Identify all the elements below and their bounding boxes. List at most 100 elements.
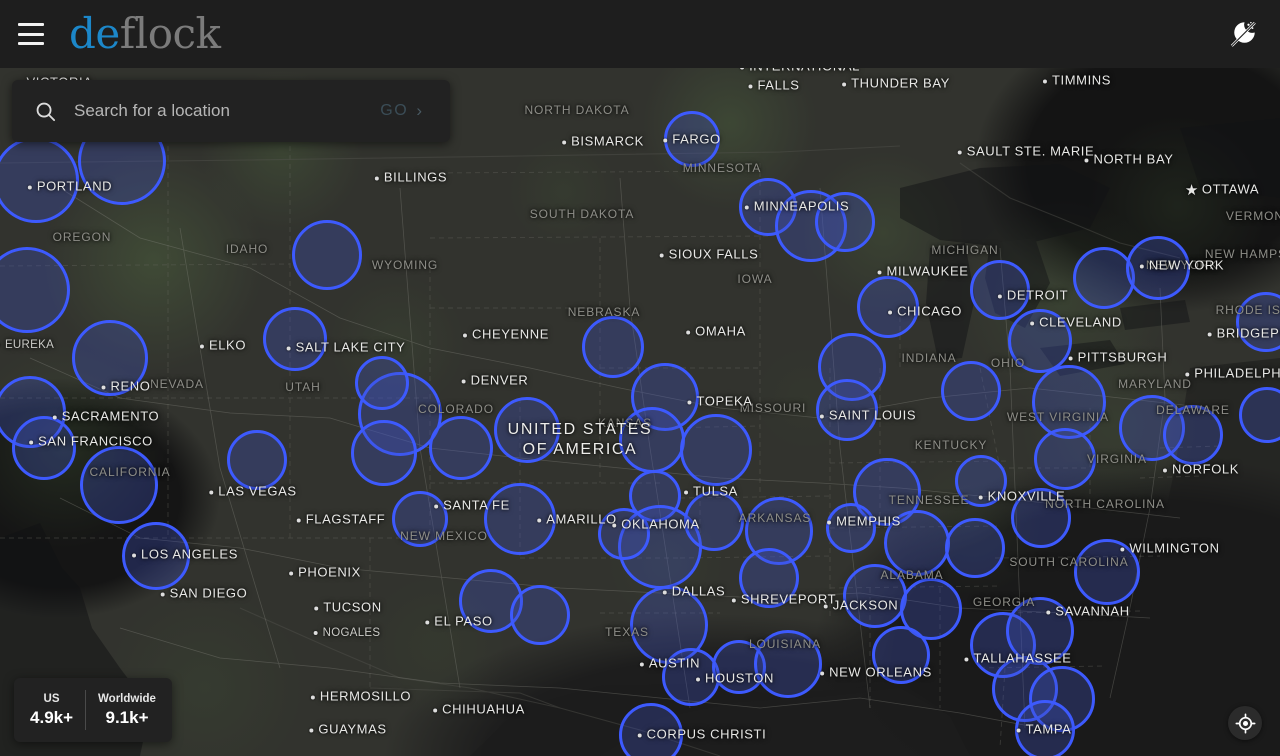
map-city-label: THUNDER BAY (842, 76, 950, 91)
map-cluster-marker[interactable] (955, 455, 1007, 507)
map-cluster-marker[interactable] (80, 446, 158, 524)
map-cluster-marker[interactable] (0, 247, 70, 333)
map-city-dot-icon (1162, 468, 1167, 473)
map-cluster-marker[interactable] (1239, 387, 1280, 443)
map-city-dot-icon (199, 344, 204, 349)
map-cluster-marker[interactable] (1236, 292, 1280, 352)
map-cluster-marker[interactable] (619, 407, 685, 473)
map-cluster-marker[interactable] (619, 703, 683, 756)
search-input[interactable] (74, 101, 375, 121)
map-cluster-marker[interactable] (826, 503, 876, 553)
map-state-label: KENTUCKY (915, 438, 988, 452)
map-cluster-marker[interactable] (945, 518, 1005, 578)
map-cluster-marker[interactable] (815, 192, 875, 252)
map-cluster-marker[interactable] (941, 361, 1001, 421)
map-label-text: GUAYMAS (318, 721, 387, 737)
map-label-text: IOWA (737, 272, 773, 286)
crosshair-locate-icon[interactable] (1228, 706, 1262, 740)
map-city-dot-icon (823, 604, 828, 609)
map-label-text: THUNDER BAY (851, 75, 950, 91)
search-go-button[interactable]: GO › (374, 100, 428, 122)
map-cluster-marker[interactable] (739, 548, 799, 608)
map-city-label: SIOUX FALLS (659, 247, 759, 262)
map-city-label: CHEYENNE (462, 327, 549, 342)
map-cluster-marker[interactable] (1073, 247, 1135, 309)
map-cluster-marker[interactable] (429, 416, 493, 480)
map-city-dot-icon (686, 330, 691, 335)
map-label-text: PITTSBURGH (1077, 349, 1168, 365)
app-logo[interactable]: deflock (69, 13, 221, 55)
map-state-label: NEW HAMPSHIRE (1205, 247, 1280, 261)
map-label-text: MILWAUKEE (886, 263, 969, 279)
map-cluster-marker[interactable] (484, 483, 556, 555)
location-search-box[interactable]: GO › (12, 80, 450, 142)
map-label-text: MARYLAND (1118, 377, 1192, 391)
map-city-label: FLAGSTAFF (296, 512, 386, 527)
map-label-text: OMAHA (695, 323, 746, 339)
map-state-label: OREGON (53, 230, 112, 244)
map-cluster-marker[interactable] (680, 414, 752, 486)
map-cluster-marker[interactable] (1126, 236, 1190, 300)
map-cluster-marker[interactable] (843, 564, 907, 628)
map-cluster-marker[interactable] (355, 356, 409, 410)
map-cluster-marker[interactable] (510, 585, 570, 645)
stat-us-label: US (43, 692, 60, 705)
map-label-text: IDAHO (225, 242, 269, 256)
go-button-label: GO (380, 102, 409, 119)
map-cluster-marker[interactable] (664, 111, 720, 167)
map-city-dot-icon (1207, 332, 1212, 337)
map-label-text: SAULT STE. MARIE (966, 143, 1095, 159)
moon-slash-icon[interactable] (1226, 17, 1260, 51)
map-cluster-marker[interactable] (970, 260, 1030, 320)
map-city-label: NOGALES (313, 627, 381, 639)
map-label-text: WILMINGTON (1129, 540, 1220, 556)
map-city-label: PITTSBURGH (1068, 349, 1168, 365)
map-cluster-marker[interactable] (884, 510, 950, 576)
map-label-text: NEW HAMPSHIRE (1204, 247, 1280, 261)
map-label-text: TOPEKA (696, 393, 753, 409)
map-label-text: TIMMINS (1051, 72, 1112, 88)
map-cluster-marker[interactable] (351, 420, 417, 486)
map-city-dot-icon (160, 592, 165, 597)
map-state-label: NEVADA (150, 377, 204, 391)
map-cluster-marker[interactable] (392, 491, 448, 547)
map-cluster-marker[interactable] (494, 397, 560, 463)
map-cluster-marker[interactable] (1006, 597, 1074, 665)
map-label-text: OTTAWA (1201, 181, 1260, 197)
map-cluster-marker[interactable] (1011, 488, 1071, 548)
map-label-text: SACRAMENTO (61, 408, 160, 424)
map-cluster-marker[interactable] (598, 508, 650, 560)
map-city-label: SACRAMENTO (52, 408, 160, 424)
map-cluster-marker[interactable] (1163, 405, 1223, 465)
map-cluster-marker[interactable] (684, 491, 744, 551)
map-cluster-marker[interactable] (857, 276, 919, 338)
map-cluster-marker[interactable] (1015, 700, 1075, 756)
map-label-text: OREGON (52, 230, 112, 244)
map-cluster-marker[interactable] (72, 320, 148, 396)
map-cluster-marker[interactable] (816, 379, 878, 441)
map-cluster-marker[interactable] (1034, 428, 1096, 490)
map-cluster-marker[interactable] (227, 430, 287, 490)
stat-worldwide-value: 9.1k+ (105, 707, 149, 727)
map-canvas[interactable]: OREGON IDAHO NEVADA CALIFORNIA UTAH WYOMING CO… (0, 68, 1280, 756)
map-city-dot-icon (209, 490, 214, 495)
map-cluster-marker[interactable] (1008, 309, 1072, 373)
map-cluster-marker[interactable] (12, 416, 76, 480)
map-city-label: OMAHA (686, 324, 746, 339)
map-city-label: PHOENIX (289, 565, 361, 580)
map-city-label: SAULT STE. MARIE (957, 143, 1095, 159)
map-city-dot-icon (562, 140, 567, 145)
map-cluster-marker[interactable] (263, 307, 327, 371)
map-cluster-marker[interactable] (872, 626, 930, 684)
map-cluster-marker[interactable] (1074, 539, 1140, 605)
map-cluster-marker[interactable] (0, 137, 79, 223)
map-cluster-marker[interactable] (662, 648, 720, 706)
app-header: deflock (0, 0, 1280, 68)
hamburger-menu-icon[interactable] (18, 23, 44, 45)
map-cluster-marker[interactable] (122, 522, 190, 590)
map-city-label: WILMINGTON (1120, 541, 1219, 556)
map-cluster-marker[interactable] (754, 630, 822, 698)
map-cluster-marker[interactable] (292, 220, 362, 290)
map-cluster-marker[interactable] (582, 316, 644, 378)
map-city-dot-icon (964, 657, 969, 662)
